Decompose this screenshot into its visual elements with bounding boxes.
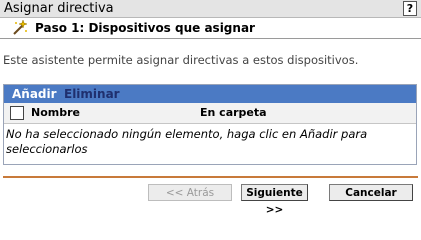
add-button[interactable]: Añadir (12, 85, 57, 103)
select-all-checkbox[interactable] (10, 106, 24, 120)
action-bar: Añadir Eliminar (4, 85, 416, 103)
wizard-description: Este asistente permite asignar directiva… (3, 53, 359, 67)
back-button[interactable]: << Atrás (148, 184, 232, 201)
table-header: Nombre En carpeta (4, 103, 416, 124)
step-title: Paso 1: Dispositivos que asignar (35, 21, 255, 35)
column-header-folder[interactable]: En carpeta (200, 103, 267, 123)
footer-divider (3, 176, 418, 178)
empty-table-message: No ha seleccionado ningún elemento, haga… (6, 127, 368, 156)
magic-wand-icon (11, 19, 28, 36)
dialog-titlebar: Asignar directiva ? (0, 0, 421, 18)
cancel-button[interactable]: Cancelar (329, 184, 413, 201)
column-header-name[interactable]: Nombre (31, 103, 80, 123)
dialog-title: Asignar directiva (4, 1, 114, 16)
step-header: Paso 1: Dispositivos que asignar (0, 18, 421, 39)
next-button[interactable]: Siguiente >> (241, 184, 308, 216)
help-button[interactable]: ? (403, 1, 417, 16)
remove-button[interactable]: Eliminar (64, 85, 120, 103)
devices-panel: Añadir Eliminar Nombre En carpeta No ha … (3, 84, 417, 165)
